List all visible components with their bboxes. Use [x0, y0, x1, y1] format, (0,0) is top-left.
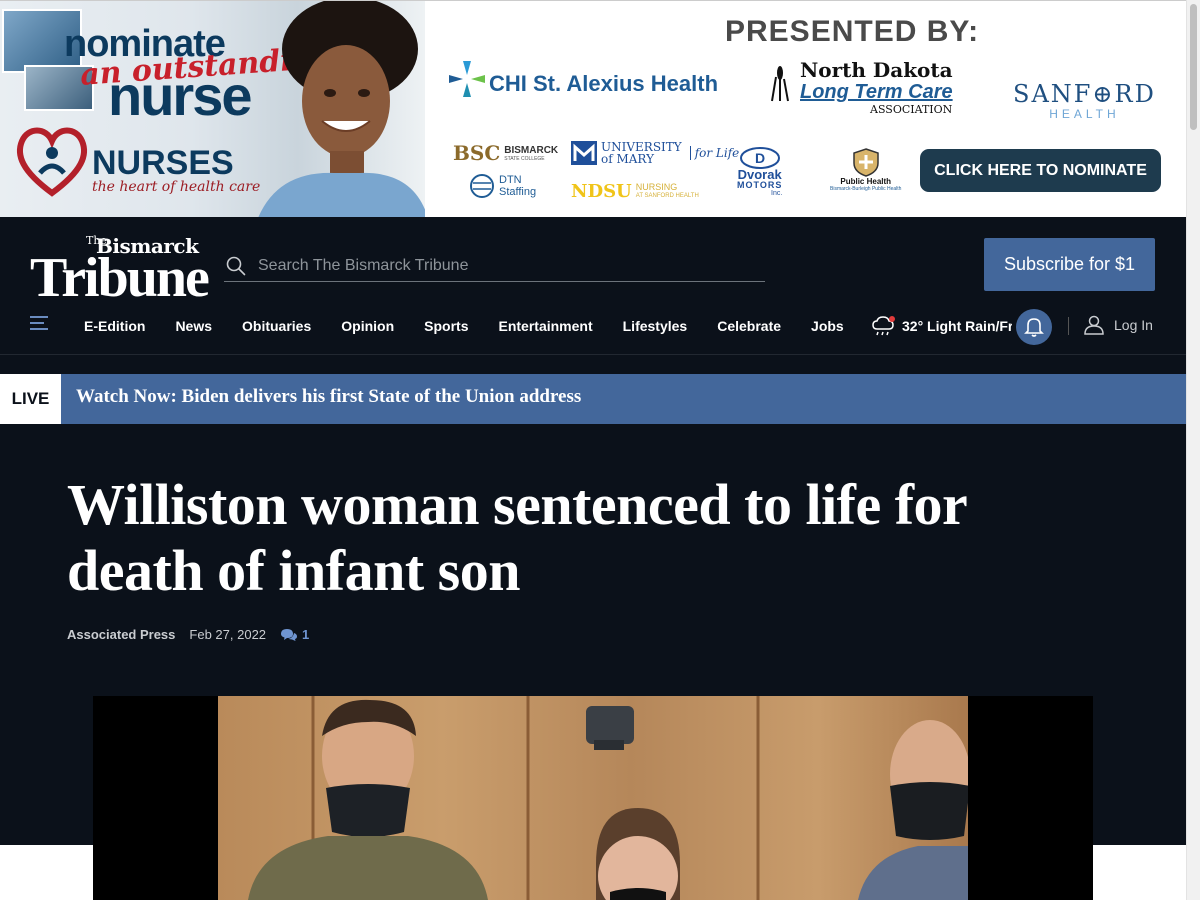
page-scrollbar[interactable] — [1186, 0, 1200, 900]
article-author[interactable]: Associated Press — [67, 627, 175, 642]
nav-item-news[interactable]: News — [175, 318, 212, 334]
logo-main-text: Tribune — [30, 247, 210, 309]
umary-m-icon — [571, 141, 597, 165]
comments-icon — [281, 628, 298, 641]
nav-item-e-edition[interactable]: E-Edition — [84, 318, 145, 334]
search-icon[interactable] — [226, 256, 246, 276]
search-input[interactable] — [258, 257, 738, 275]
ad-presented-by: PRESENTED BY: — [725, 15, 980, 48]
ad-tagline: the heart of health care — [92, 179, 261, 195]
shield-icon — [852, 148, 879, 177]
user-icon — [1084, 315, 1104, 335]
ad-nurse-artwork: nominate an outstanding nurse NURSES the… — [0, 1, 425, 217]
ad-nurses-wordmark: NURSES — [92, 144, 234, 182]
chi-cross-icon — [449, 61, 485, 97]
nav-divider — [1068, 317, 1069, 335]
live-badge: LIVE — [0, 374, 61, 424]
live-banner[interactable]: LIVE Watch Now: Biden delivers his first… — [0, 374, 1186, 424]
article-headline: Williston woman sentenced to life for de… — [67, 472, 967, 603]
menu-icon[interactable] — [30, 316, 50, 332]
chi-st-alexius-logo: CHI St. Alexius Health — [447, 59, 718, 99]
courtroom-scene-image — [248, 696, 968, 900]
comment-count: 1 — [302, 627, 310, 642]
article-byline: Associated Press Feb 27, 2022 1 — [67, 627, 309, 642]
sanford-health-logo: SANF⊕RD HEALTH — [1013, 80, 1156, 121]
weather-widget[interactable]: 32° Light Rain/Freezing Rain — [872, 314, 1012, 338]
search-bar — [224, 251, 765, 282]
nav-item-lifestyles[interactable]: Lifestyles — [623, 318, 688, 334]
comments-link[interactable]: 1 — [280, 627, 309, 642]
globe-icon — [470, 174, 494, 198]
university-of-mary-logo: UNIVERSITY of MARY for Life. — [571, 141, 743, 165]
bismarck-state-college-logo: BSC BISMARCK STATE COLLEGE — [453, 141, 559, 165]
weather-text: 32° Light Rain/Freezing Rain — [902, 318, 1012, 334]
svg-text:D: D — [755, 150, 765, 166]
nav-items: E-Edition News Obituaries Opinion Sports… — [84, 307, 874, 345]
nominate-button[interactable]: CLICK HERE TO NOMINATE — [920, 149, 1161, 192]
bell-icon — [1024, 318, 1044, 337]
live-headline-link[interactable]: Watch Now: Biden delivers his first Stat… — [76, 386, 581, 408]
ad-nurse-text: nurse — [108, 64, 252, 127]
rain-cloud-icon — [872, 316, 895, 336]
subscribe-button[interactable]: Subscribe for $1 — [984, 238, 1155, 291]
ndsu-nursing-logo: NDSU NURSING AT SANFORD HEALTH — [571, 181, 699, 202]
dvorak-motors-logo: D Dvorak MOTORS Inc. — [737, 147, 782, 197]
login-link[interactable]: Log In — [1084, 315, 1153, 335]
nd-long-term-care-logo: North Dakota Long Term Care ASSOCIATION — [760, 59, 953, 116]
dtn-staffing-logo: DTN Staffing — [469, 173, 536, 199]
smiling-nurse-image — [258, 1, 425, 217]
nominate-nurse-ad-banner[interactable]: nominate an outstanding nurse NURSES the… — [0, 0, 1186, 217]
dvorak-oval-icon: D — [739, 147, 780, 169]
nav-item-celebrate[interactable]: Celebrate — [717, 318, 781, 334]
scrollbar-thumb[interactable] — [1190, 4, 1197, 130]
nav-item-sports[interactable]: Sports — [424, 318, 468, 334]
login-label: Log In — [1114, 317, 1153, 333]
nav-item-obituaries[interactable]: Obituaries — [242, 318, 311, 334]
cattail-icon — [771, 66, 789, 102]
article-lead-photo[interactable] — [93, 696, 1093, 900]
nav-item-entertainment[interactable]: Entertainment — [499, 318, 593, 334]
notifications-button[interactable] — [1016, 309, 1052, 345]
ad-sponsors: PRESENTED BY: CHI St. Alexius Health Nor… — [425, 1, 1186, 217]
public-health-logo: Public Health Bismarck-Burleigh Public H… — [830, 147, 901, 192]
article-date: Feb 27, 2022 — [189, 627, 267, 642]
main-nav: E-Edition News Obituaries Opinion Sports… — [0, 307, 1186, 355]
nav-item-opinion[interactable]: Opinion — [341, 318, 394, 334]
heart-logo-icon — [16, 127, 88, 197]
nav-item-jobs[interactable]: Jobs — [811, 318, 844, 334]
courtroom-photo — [218, 696, 968, 900]
